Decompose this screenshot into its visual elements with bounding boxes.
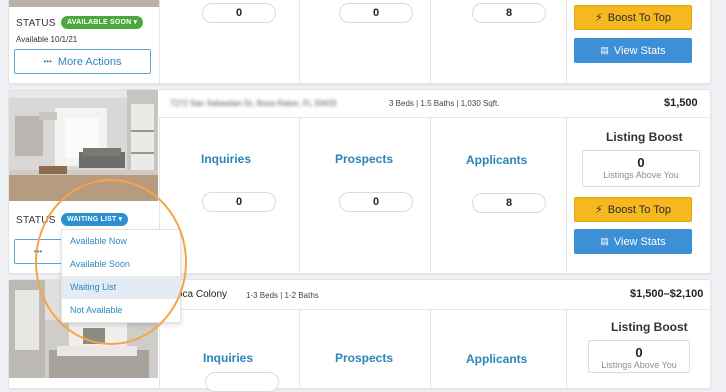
view-stats-button[interactable]: ▤ View Stats (574, 38, 692, 63)
divider (430, 117, 431, 275)
status-option-not-available[interactable]: Not Available (62, 299, 180, 322)
listing-boost-box: 0 Listings Above You (588, 340, 690, 373)
listing-price: $1,500–$2,100 (630, 288, 704, 300)
more-actions-label: More Actions (57, 55, 122, 68)
boost-label: Boost To Top (607, 11, 671, 24)
listing-address: 7272 San Sebastian Dr, Boca Raton, FL 33… (170, 99, 337, 108)
divider (159, 0, 160, 85)
chevron-down-icon: ▾ (118, 216, 123, 223)
inquiries-count: 0 (202, 192, 276, 212)
prospects-label: Prospects (335, 351, 394, 365)
listing-details: 3 Beds | 1.5 Baths | 1,030 Sqft. (389, 99, 500, 108)
boost-to-top-button[interactable]: ⚡︎ Boost To Top (574, 197, 692, 222)
status-option-available-soon[interactable]: Available Soon (62, 253, 180, 276)
boost-count: 0 (635, 345, 643, 360)
prospects-label: Prospects (335, 152, 394, 166)
boost-count: 0 (637, 155, 645, 170)
dots-icon: ••• (33, 247, 43, 256)
inquiries-label: Inquiries (201, 152, 252, 166)
inquiries-count (205, 372, 279, 392)
status-badge-label: WAITING LIST (67, 216, 117, 223)
more-actions-button[interactable]: ••• More Actions (14, 49, 151, 74)
prospects-count: 0 (339, 3, 413, 23)
applicants-count: 8 (472, 3, 546, 23)
boost-label: Boost To Top (607, 203, 671, 216)
status-dropdown-menu: Available Now Available Soon Waiting Lis… (61, 229, 181, 323)
status-option-waiting-list[interactable]: Waiting List (62, 276, 180, 299)
divider (430, 0, 431, 85)
listing-title: oca Colony (177, 289, 228, 300)
chevron-down-icon: ▾ (133, 19, 138, 26)
listing-boost-title: Listing Boost (606, 130, 683, 144)
stats-label: View Stats (613, 44, 666, 57)
applicants-label: Applicants (466, 153, 528, 167)
inquiries-label: Inquiries (203, 351, 254, 365)
bolt-icon: ⚡︎ (595, 12, 603, 24)
applicants-count: 8 (472, 193, 546, 213)
dots-icon: ••• (43, 57, 52, 66)
applicants-label: Applicants (466, 352, 528, 366)
status-badge-waiting-list[interactable]: WAITING LIST ▾ (61, 213, 129, 226)
divider (159, 117, 711, 118)
bolt-icon: ⚡︎ (595, 204, 603, 216)
divider (566, 117, 567, 275)
status-badge-label: AVAILABLE SOON (67, 19, 132, 26)
apartment-photo (9, 90, 158, 201)
listing-price: $1,500 (664, 97, 698, 109)
boost-sub: Listings Above You (601, 360, 677, 370)
listing-details: 1-3 Beds | 1-2 Baths (246, 291, 319, 300)
boost-sub: Listings Above You (603, 170, 679, 180)
view-stats-button[interactable]: ▤ View Stats (574, 229, 692, 254)
divider (299, 117, 300, 275)
status-label: STATUS (16, 18, 56, 29)
listing-photo[interactable] (9, 0, 159, 7)
inquiries-count: 0 (202, 3, 276, 23)
status-option-available-now[interactable]: Available Now (62, 230, 180, 253)
available-date: Available 10/1/21 (16, 35, 78, 44)
chart-icon: ▤ (600, 236, 609, 246)
status-label: STATUS (16, 215, 56, 226)
status-badge-available-soon[interactable]: AVAILABLE SOON ▾ (61, 16, 144, 29)
listing-boost-box: 0 Listings Above You (582, 150, 700, 187)
listing-photo[interactable] (9, 90, 158, 201)
prospects-count: 0 (339, 192, 413, 212)
divider (159, 309, 711, 310)
more-actions-button[interactable]: ••• (14, 239, 62, 264)
divider (299, 0, 300, 85)
boost-to-top-button[interactable]: ⚡︎ Boost To Top (574, 5, 692, 30)
listing-boost-title: Listing Boost (611, 320, 688, 334)
stats-label: View Stats (613, 235, 666, 248)
chart-icon: ▤ (600, 45, 609, 55)
divider (566, 0, 567, 85)
